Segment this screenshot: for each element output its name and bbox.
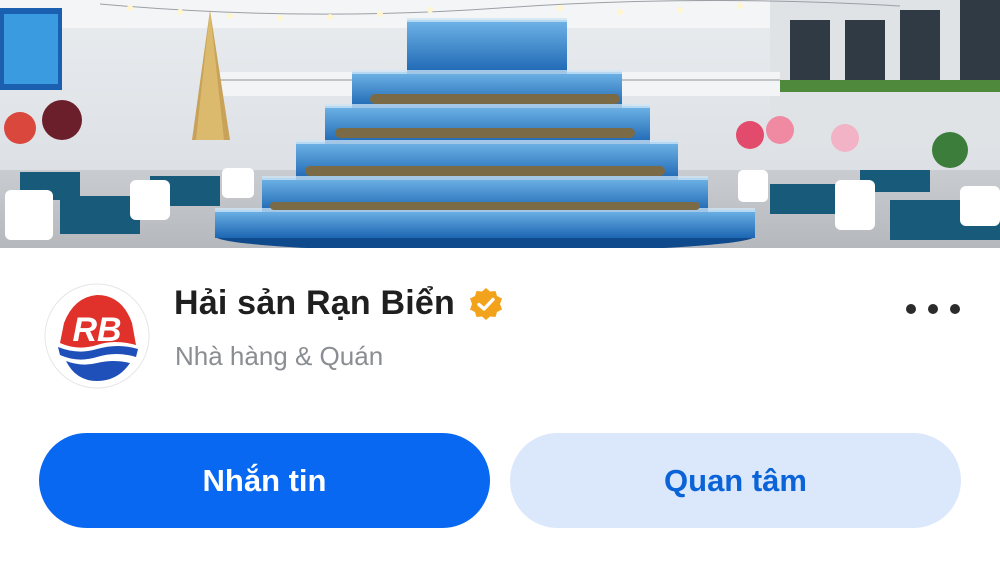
avatar-logo-text: RB (72, 311, 121, 349)
page-title-row: Hải sản Rạn Biển (174, 284, 503, 323)
dot (950, 304, 960, 314)
follow-button[interactable]: Quan tâm (510, 433, 961, 528)
page-avatar[interactable]: RB (44, 283, 150, 389)
page-name: Hải sản Rạn Biển (174, 284, 455, 322)
message-button[interactable]: Nhắn tin (39, 433, 490, 528)
dot (928, 304, 938, 314)
verified-badge-icon (469, 287, 502, 320)
more-options-icon[interactable] (906, 296, 960, 322)
cover-photo[interactable] (0, 0, 1000, 248)
page-category: Nhà hàng & Quán (175, 341, 384, 371)
dot (906, 304, 916, 314)
aquarium-restaurant-image (0, 0, 1000, 248)
rb-logo-icon: RB (44, 283, 150, 389)
